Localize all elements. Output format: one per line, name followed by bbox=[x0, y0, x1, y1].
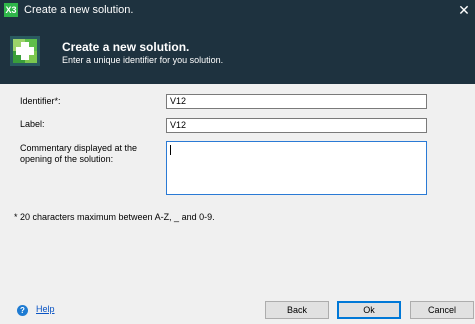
banner-title: Create a new solution. bbox=[62, 40, 190, 54]
ok-button[interactable]: Ok bbox=[337, 301, 401, 319]
banner-subtitle: Enter a unique identifier for you soluti… bbox=[62, 55, 224, 65]
header-banner: Create a new solution. Enter a unique id… bbox=[0, 20, 475, 84]
identifier-input[interactable]: V12 bbox=[166, 94, 427, 109]
label-label: Label: bbox=[20, 119, 45, 129]
title-bar: X3 Create a new solution. ✕ bbox=[0, 0, 475, 20]
label-input[interactable]: V12 bbox=[166, 118, 427, 133]
commentary-label: Commentary displayed at the opening of t… bbox=[20, 143, 137, 165]
commentary-textarea[interactable] bbox=[166, 141, 427, 195]
identifier-label: Identifier*: bbox=[20, 96, 61, 106]
app-icon: X3 bbox=[4, 3, 18, 17]
window-title: Create a new solution. bbox=[24, 4, 134, 16]
commentary-label-line-1: Commentary displayed at the bbox=[20, 143, 138, 153]
close-icon[interactable]: ✕ bbox=[453, 0, 475, 20]
commentary-label-line-2: opening of the solution: bbox=[20, 154, 114, 164]
cancel-button[interactable]: Cancel bbox=[410, 301, 474, 319]
back-button[interactable]: Back bbox=[265, 301, 329, 319]
text-caret bbox=[170, 145, 171, 155]
help-link[interactable]: Help bbox=[36, 304, 55, 315]
green-plus-cross-icon bbox=[10, 36, 40, 66]
identifier-rule-note: * 20 characters maximum between A-Z, _ a… bbox=[14, 212, 215, 222]
help-icon[interactable]: ? bbox=[17, 305, 28, 316]
